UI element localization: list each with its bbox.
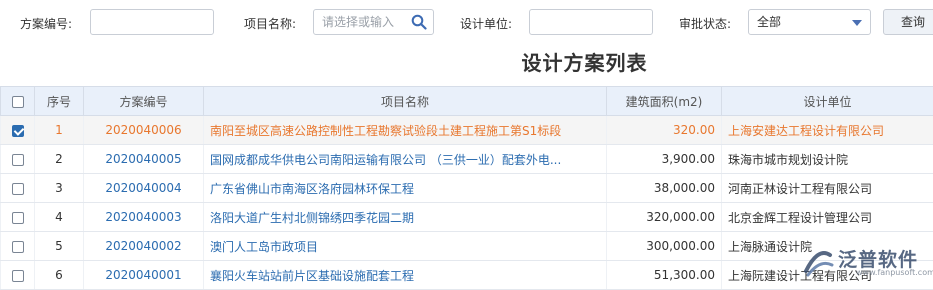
select-all-header[interactable] [0, 86, 35, 116]
design-unit-input[interactable] [529, 9, 653, 35]
col-header-seq[interactable]: 序号 [34, 86, 84, 116]
row-code-link[interactable]: 2020040006 [83, 115, 204, 145]
approval-status-label: 审批状态: [679, 17, 732, 31]
table-row[interactable]: 3 2020040004 广东省佛山市南海区洛府园林环保工程 38,000.00… [0, 173, 933, 203]
page-title: 设计方案列表 [521, 51, 648, 75]
row-code-link[interactable]: 2020040004 [83, 173, 204, 203]
filter-bar: 方案编号: 项目名称: 请选择或输入 设计单位: 审批状态: 全部 查询 [0, 0, 933, 44]
table-row[interactable]: 1 2020040006 南阳至城区高速公路控制性工程勘察试验段土建工程施工第S… [0, 115, 933, 145]
row-unit: 上海安建达工程设计有限公司 [721, 115, 933, 145]
row-checkbox[interactable] [11, 211, 24, 224]
row-name-link[interactable]: 澳门人工岛市政项目 [203, 231, 607, 261]
row-checkbox[interactable] [11, 153, 24, 166]
row-unit: 北京金辉工程设计管理公司 [721, 202, 933, 232]
row-code-link[interactable]: 2020040002 [83, 231, 204, 261]
project-name-placeholder: 请选择或输入 [322, 15, 395, 29]
query-button[interactable]: 查询 [883, 9, 933, 35]
row-area: 320.00 [606, 115, 722, 145]
project-name-input[interactable]: 请选择或输入 [313, 9, 434, 35]
table-row[interactable]: 5 2020040002 澳门人工岛市政项目 300,000.00 上海脉通设计… [0, 231, 933, 261]
plan-code-input[interactable] [90, 9, 214, 35]
col-header-name[interactable]: 项目名称 [203, 86, 607, 116]
table-row[interactable]: 6 2020040001 襄阳火车站站前片区基础设施配套工程 51,300.00… [0, 260, 933, 290]
watermark-url: www.fanpusoft.com [856, 268, 933, 277]
row-code-link[interactable]: 2020040005 [83, 144, 204, 174]
row-area: 300,000.00 [606, 231, 722, 261]
row-unit: 河南正林设计工程有限公司 [721, 173, 933, 203]
chevron-down-icon [852, 20, 862, 26]
row-checkbox[interactable] [11, 124, 24, 137]
approval-status-value: 全部 [757, 15, 782, 29]
row-code-link[interactable]: 2020040003 [83, 202, 204, 232]
row-area: 51,300.00 [606, 260, 722, 290]
col-header-code[interactable]: 方案编号 [83, 86, 204, 116]
row-checkbox[interactable] [11, 182, 24, 195]
table-row[interactable]: 2 2020040005 国网成都成华供电公司南阳运输有限公司 （三供一业）配套… [0, 144, 933, 174]
row-unit: 珠海市城市规划设计院 [721, 144, 933, 174]
row-name-link[interactable]: 南阳至城区高速公路控制性工程勘察试验段土建工程施工第S1标段 [203, 115, 607, 145]
col-header-area[interactable]: 建筑面积(m2) [606, 86, 722, 116]
row-code-link[interactable]: 2020040001 [83, 260, 204, 290]
col-header-unit[interactable]: 设计单位 [721, 86, 933, 116]
plan-code-label: 方案编号: [20, 17, 73, 31]
row-name-link[interactable]: 国网成都成华供电公司南阳运输有限公司 （三供一业）配套外电... [203, 144, 607, 174]
select-all-checkbox[interactable] [11, 95, 24, 108]
row-area: 320,000.00 [606, 202, 722, 232]
table-header-row: 序号 方案编号 项目名称 建筑面积(m2) 设计单位 [0, 86, 933, 116]
row-area: 38,000.00 [606, 173, 722, 203]
design-unit-label: 设计单位: [460, 17, 513, 31]
row-checkbox[interactable] [11, 269, 24, 282]
row-name-link[interactable]: 洛阳大道广生村北侧锦绣四季花园二期 [203, 202, 607, 232]
row-area: 3,900.00 [606, 144, 722, 174]
row-seq: 4 [34, 202, 84, 232]
row-seq: 1 [34, 115, 84, 145]
row-name-link[interactable]: 广东省佛山市南海区洛府园林环保工程 [203, 173, 607, 203]
search-icon[interactable] [411, 14, 427, 30]
watermark: 泛普软件 www.fanpusoft.com [798, 243, 933, 283]
design-plan-table: 序号 方案编号 项目名称 建筑面积(m2) 设计单位 1 2020040006 … [0, 86, 933, 290]
fanpu-logo-icon [804, 251, 834, 277]
project-name-label: 项目名称: [244, 17, 297, 31]
row-seq: 6 [34, 260, 84, 290]
row-seq: 5 [34, 231, 84, 261]
table-row[interactable]: 4 2020040003 洛阳大道广生村北侧锦绣四季花园二期 320,000.0… [0, 202, 933, 232]
row-seq: 3 [34, 173, 84, 203]
row-name-link[interactable]: 襄阳火车站站前片区基础设施配套工程 [203, 260, 607, 290]
approval-status-select[interactable]: 全部 [748, 9, 871, 35]
row-seq: 2 [34, 144, 84, 174]
row-checkbox[interactable] [11, 240, 24, 253]
